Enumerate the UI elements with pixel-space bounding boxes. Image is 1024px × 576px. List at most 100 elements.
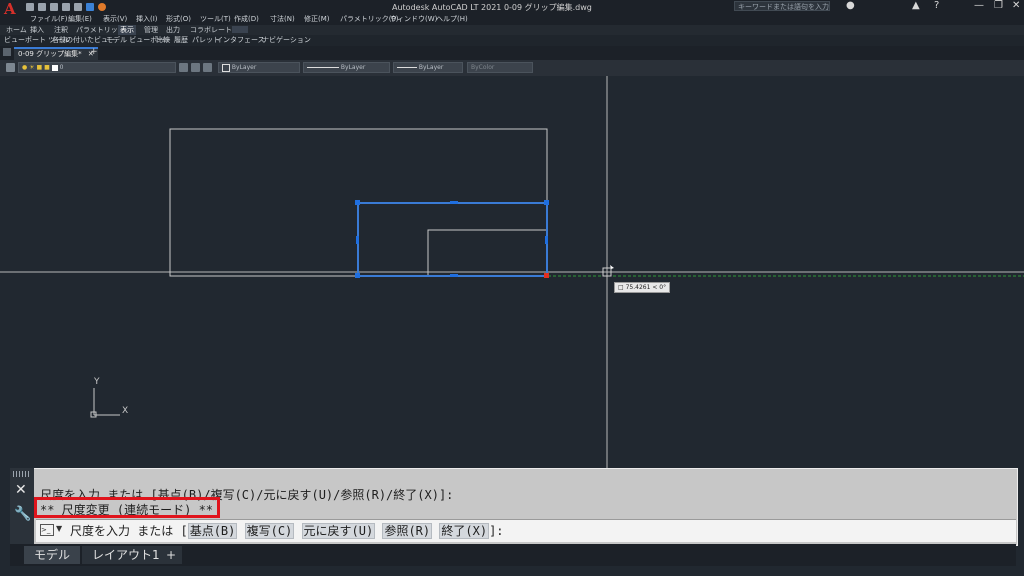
ribbon-tabs: ホーム 挿入 注釈 パラメトリック 表示 管理 出力 コラボレート bbox=[0, 25, 1024, 35]
grip-bottom-mid[interactable] bbox=[450, 274, 458, 277]
inner-rectangle[interactable] bbox=[427, 229, 547, 276]
layout-tab-bar: モデル レイアウト1 + bbox=[10, 544, 1016, 566]
menu-format[interactable]: 形式(O) bbox=[166, 14, 191, 25]
sun-icon: ☀ bbox=[29, 64, 35, 71]
layer-toolbar: ● ☀ ■ ■ 0 ByLayer ByLayer ByLayer ByColo… bbox=[0, 60, 1024, 76]
close-command-icon[interactable]: ✕ bbox=[15, 482, 27, 498]
help-icon[interactable]: ? bbox=[934, 0, 939, 11]
option-copy[interactable]: 複写(C) bbox=[244, 523, 295, 539]
grip-top-right[interactable] bbox=[544, 200, 549, 205]
tab-collaborate[interactable]: コラボレート bbox=[190, 25, 232, 35]
lineweight-dropdown[interactable]: ByLayer bbox=[393, 62, 463, 73]
option-exit[interactable]: 終了(X) bbox=[439, 523, 490, 539]
close-button[interactable]: ✕ bbox=[1012, 0, 1020, 11]
plotstyle-dropdown[interactable]: ByColor bbox=[467, 62, 533, 73]
previous-layer-icon[interactable] bbox=[203, 63, 212, 72]
command-panel-side: ✕ 🔧 bbox=[10, 468, 34, 544]
ribbon-toggle-icon[interactable] bbox=[232, 26, 248, 33]
command-prompt: 尺度を入力 または [基点(B) 複写(C) 元に戻す(U) 参照(R) 終了(… bbox=[70, 522, 504, 539]
grip-right-mid[interactable] bbox=[545, 236, 548, 244]
highlight-box bbox=[34, 497, 220, 518]
document-tab-label: 0-09 グリップ編集* bbox=[18, 50, 82, 58]
share-icon[interactable] bbox=[98, 3, 106, 11]
start-tab-icon[interactable] bbox=[3, 48, 11, 56]
recent-commands-icon[interactable]: ▼ bbox=[56, 524, 62, 533]
user-icon[interactable]: ● bbox=[846, 0, 855, 11]
minimize-button[interactable]: — bbox=[974, 0, 984, 11]
menu-tools[interactable]: ツール(T) bbox=[200, 14, 231, 25]
lineweight-value: ByLayer bbox=[418, 64, 444, 71]
ucs-x-label: X bbox=[122, 406, 129, 416]
tab-model[interactable]: モデル bbox=[24, 546, 81, 564]
tab-layout1[interactable]: レイアウト1 bbox=[82, 546, 170, 564]
selected-rectangle[interactable] bbox=[357, 202, 548, 277]
drawing-svg bbox=[0, 76, 1024, 468]
prompt-suffix: ]: bbox=[489, 524, 504, 538]
menu-draw[interactable]: 作成(D) bbox=[234, 14, 259, 25]
open-file-icon[interactable] bbox=[38, 3, 46, 11]
tab-home[interactable]: ホーム bbox=[6, 25, 27, 35]
hot-grip[interactable] bbox=[544, 273, 549, 278]
search-input[interactable]: キーワードまたは語句を入力 bbox=[734, 1, 830, 11]
grip-top-mid[interactable] bbox=[450, 201, 458, 204]
tab-view[interactable]: 表示 bbox=[118, 25, 136, 35]
layer-properties-icon[interactable] bbox=[6, 63, 15, 72]
match-layer-icon[interactable] bbox=[191, 63, 200, 72]
grip-bottom-left[interactable] bbox=[355, 273, 360, 278]
document-tab[interactable]: 0-09 グリップ編集* ✕ bbox=[14, 47, 98, 61]
menu-window[interactable]: ウィンドウ(W) bbox=[390, 14, 437, 25]
tab-annotate[interactable]: 注釈 bbox=[54, 25, 68, 35]
restore-button[interactable]: ❐ bbox=[994, 0, 1003, 11]
lightbulb-icon: ● bbox=[22, 64, 28, 71]
menu-dimension[interactable]: 寸法(N) bbox=[270, 14, 295, 25]
new-tab-button[interactable]: + bbox=[90, 47, 98, 57]
grip-top-left[interactable] bbox=[355, 200, 360, 205]
tab-manage[interactable]: 管理 bbox=[144, 25, 158, 35]
panel-navigation[interactable]: ナビゲーション bbox=[262, 35, 311, 46]
add-layout-button[interactable]: + bbox=[160, 546, 183, 564]
linetype-dropdown[interactable]: ByLayer bbox=[303, 62, 390, 73]
panel-interface[interactable]: インタフェース bbox=[216, 35, 265, 46]
window-title: Autodesk AutoCAD LT 2021 0-09 グリップ編集.dwg bbox=[392, 3, 592, 12]
dynamic-input-tooltip: □ 75.4261 < 0° bbox=[614, 282, 671, 293]
new-file-icon[interactable] bbox=[26, 3, 34, 11]
undo-icon[interactable] bbox=[86, 3, 94, 11]
color-dropdown[interactable]: ByLayer bbox=[218, 62, 300, 73]
ucs-y-label: Y bbox=[94, 377, 100, 387]
linetype-sample bbox=[307, 67, 339, 68]
layer-dropdown[interactable]: ● ☀ ■ ■ 0 bbox=[18, 62, 176, 73]
drawing-canvas[interactable]: Y X □ 75.4261 < 0° bbox=[0, 76, 1024, 468]
lock-icon: ■ bbox=[36, 64, 43, 71]
panel-history[interactable]: 履歴 bbox=[174, 35, 188, 46]
tab-output[interactable]: 出力 bbox=[166, 25, 180, 35]
color-swatch bbox=[222, 63, 230, 72]
drag-handle-icon[interactable] bbox=[13, 471, 31, 477]
command-prompt-icon[interactable]: >_ bbox=[40, 524, 54, 536]
plot-icon[interactable] bbox=[74, 3, 82, 11]
save-icon[interactable] bbox=[50, 3, 58, 11]
saveas-icon[interactable] bbox=[62, 3, 70, 11]
make-current-icon[interactable] bbox=[179, 63, 188, 72]
current-layer-name: 0 bbox=[59, 64, 64, 71]
color-value: ByLayer bbox=[231, 64, 257, 71]
menu-insert[interactable]: 挿入(I) bbox=[136, 14, 158, 25]
grip-left-mid[interactable] bbox=[356, 236, 359, 244]
menu-modify[interactable]: 修正(M) bbox=[304, 14, 330, 25]
document-tabs: 0-09 グリップ編集* ✕ + bbox=[0, 46, 1024, 61]
prompt-prefix: 尺度を入力 または [ bbox=[70, 524, 188, 538]
menu-help[interactable]: ヘルプ(H) bbox=[436, 14, 468, 25]
option-reference[interactable]: 参照(R) bbox=[382, 523, 433, 539]
tooltip-icon: □ bbox=[618, 284, 624, 291]
customize-wrench-icon[interactable]: 🔧 bbox=[14, 506, 31, 522]
app-store-icon[interactable]: ▲ bbox=[912, 0, 920, 11]
tab-insert[interactable]: 挿入 bbox=[30, 25, 44, 35]
option-undo[interactable]: 元に戻す(U) bbox=[301, 523, 376, 539]
menu-file[interactable]: ファイル(F) bbox=[30, 14, 68, 25]
menu-edit[interactable]: 編集(E) bbox=[68, 14, 92, 25]
plot-layer-icon: ■ bbox=[44, 64, 50, 71]
title-bar: A Autodesk AutoCAD LT 2021 0-09 グリップ編集.d… bbox=[0, 0, 1024, 18]
option-base-point[interactable]: 基点(B) bbox=[187, 523, 238, 539]
menu-view[interactable]: 表示(V) bbox=[103, 14, 127, 25]
panel-compare[interactable]: 比較 bbox=[156, 35, 170, 46]
layer-color-swatch bbox=[51, 64, 58, 71]
